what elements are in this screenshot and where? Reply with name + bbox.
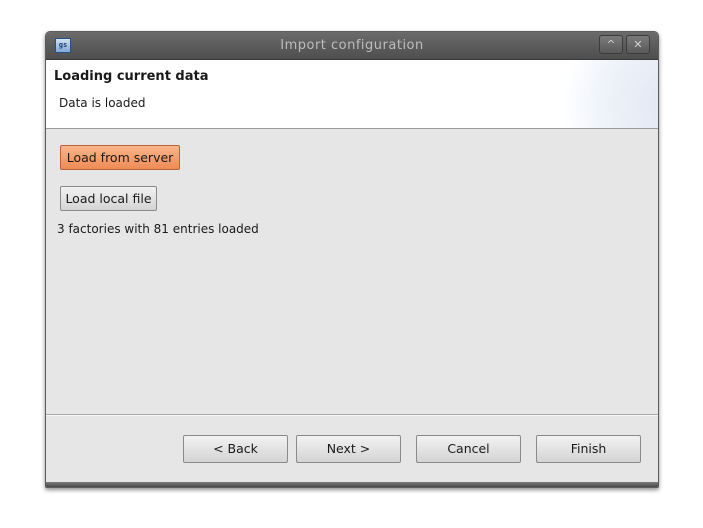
cancel-button[interactable]: Cancel	[416, 435, 521, 463]
finish-button[interactable]: Finish	[536, 435, 641, 463]
next-button[interactable]: Next >	[296, 435, 401, 463]
import-configuration-dialog: gs Import configuration ^ ✕ Loading curr…	[45, 31, 659, 488]
footer-separator	[46, 414, 658, 416]
page-title: Loading current data	[54, 69, 209, 84]
title-bar[interactable]: gs Import configuration ^ ✕	[46, 32, 658, 60]
chevron-up-icon: ^	[606, 38, 616, 51]
load-status-text: 3 factories with 81 entries loaded	[57, 222, 259, 236]
close-button[interactable]: ✕	[626, 35, 650, 54]
wizard-header-banner: Loading current data Data is loaded	[46, 60, 658, 129]
load-from-server-button[interactable]: Load from server	[60, 145, 180, 170]
maximize-button[interactable]: ^	[599, 35, 623, 54]
window-title: Import configuration	[280, 38, 424, 53]
banner-decoration	[538, 60, 658, 128]
back-button[interactable]: < Back	[183, 435, 288, 463]
load-local-file-button[interactable]: Load local file	[60, 186, 157, 211]
close-icon: ✕	[633, 38, 643, 51]
page-description: Data is loaded	[59, 96, 146, 110]
window-bottom-border	[46, 482, 658, 487]
